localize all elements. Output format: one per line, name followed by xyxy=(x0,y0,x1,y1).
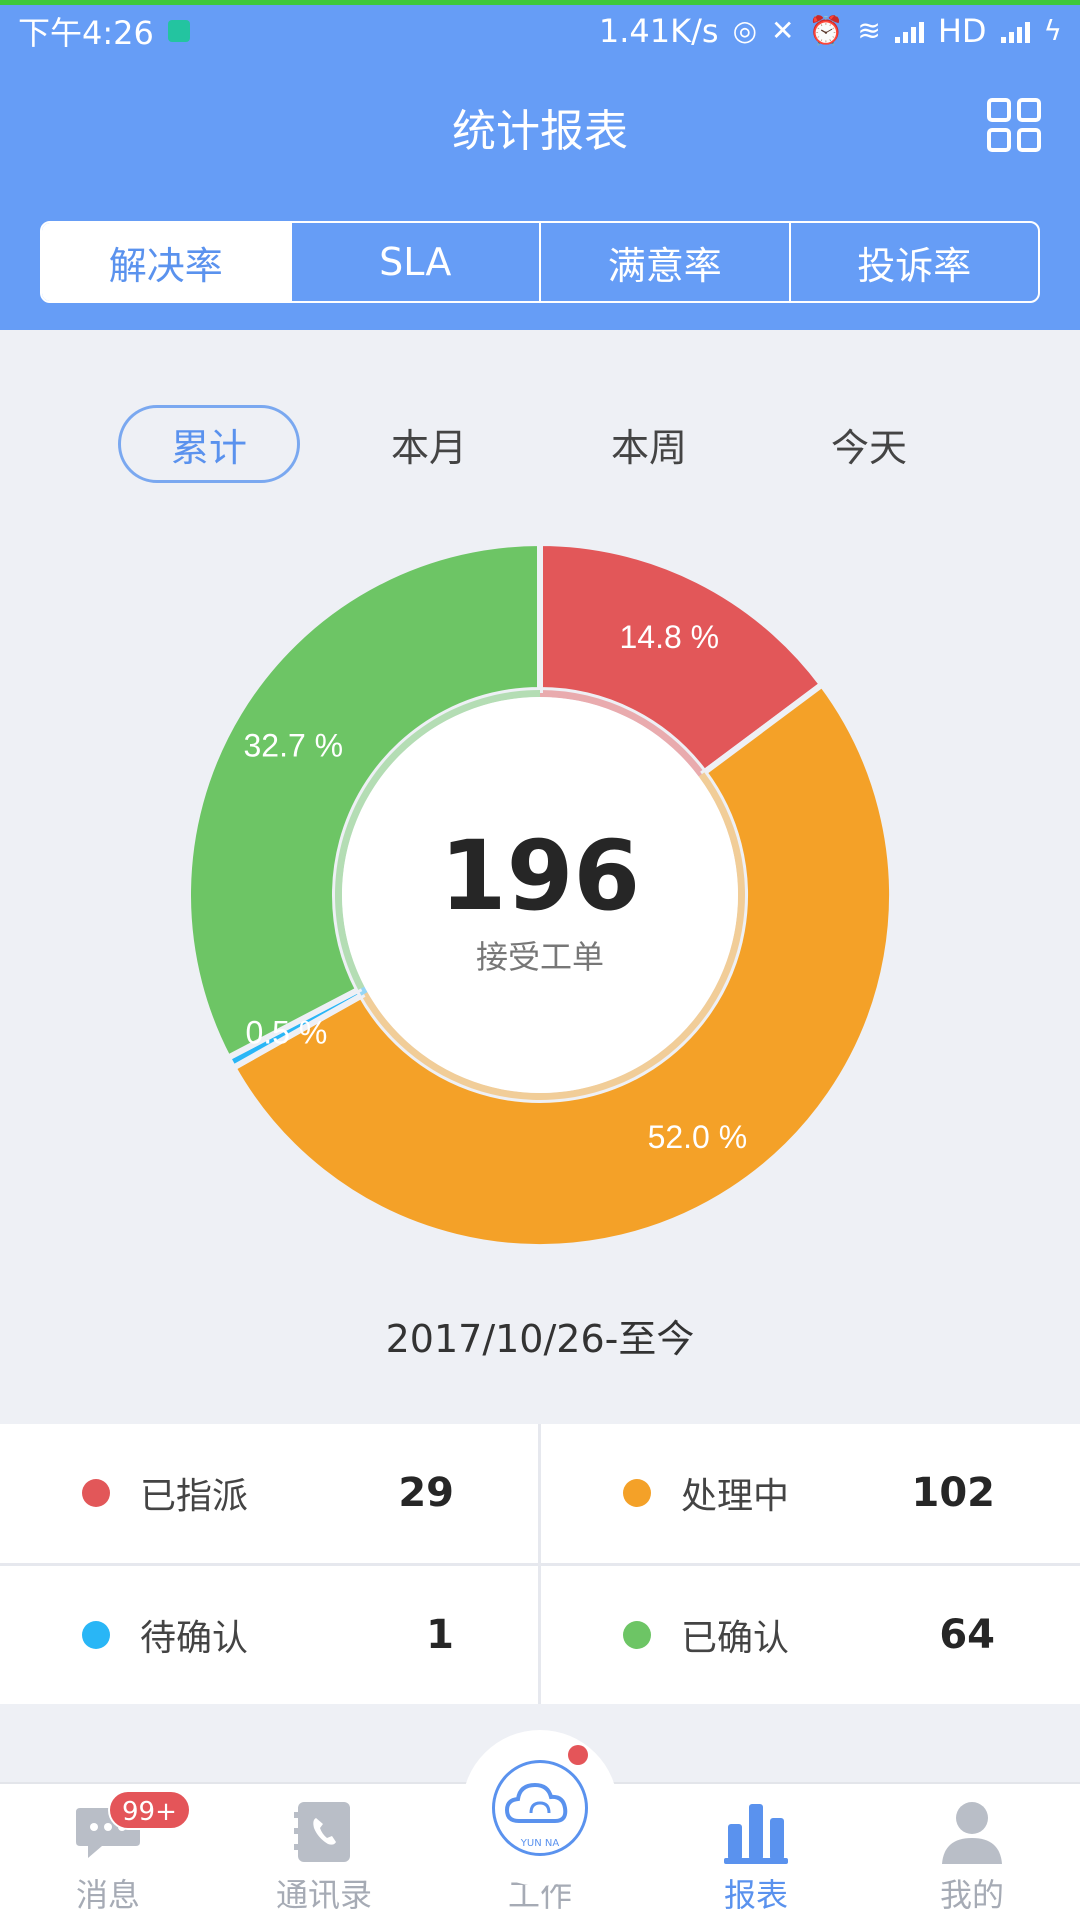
work-notification-dot xyxy=(568,1745,588,1765)
chart-center-total: 196 xyxy=(439,820,641,932)
nav-messages[interactable]: 99+ 消息 xyxy=(0,1784,216,1920)
summary-cell-pending[interactable]: 待确认 1 xyxy=(0,1566,538,1704)
tab-complaint-rate[interactable]: 投诉率 xyxy=(791,223,1039,301)
tab-sla[interactable]: SLA xyxy=(292,223,541,301)
tab-satisfaction-rate[interactable]: 满意率 xyxy=(541,223,791,301)
nav-label: 消息 xyxy=(75,1876,140,1914)
summary-value: 1 xyxy=(426,1612,454,1658)
summary-value: 102 xyxy=(911,1470,996,1516)
pending-dot xyxy=(82,1621,110,1649)
summary-label: 处理中 xyxy=(681,1476,790,1517)
processing-dot xyxy=(623,1479,651,1507)
nav-label: 报表 xyxy=(723,1876,788,1914)
status-time: 下午4:26 xyxy=(18,14,154,52)
grid-divider-horizontal xyxy=(0,1563,1080,1566)
person-icon xyxy=(942,1802,1002,1864)
summary-value: 29 xyxy=(398,1470,454,1516)
mute-icon: ✕ xyxy=(771,14,795,47)
alarm-icon: ⏰ xyxy=(808,14,844,47)
nav-label: 我的 xyxy=(939,1876,1004,1914)
bar-chart-icon xyxy=(724,1804,788,1864)
donut-chart: 14.8 % 52.0 % 0.5 % 32.7 % 196 接受工单 xyxy=(0,520,1080,1280)
logo-text: YUN NA xyxy=(520,1838,560,1849)
network-speed: 1.41K/s xyxy=(598,12,719,50)
slice-percent-label-0: 14.8 % xyxy=(620,619,720,655)
header: 统计报表 解决率 SLA 满意率 投诉率 xyxy=(0,57,1080,330)
status-summary-grid: 已指派 29 处理中 102 待确认 1 已确认 64 xyxy=(0,1424,1080,1704)
tab-resolution-rate[interactable]: 解决率 xyxy=(42,223,292,301)
date-range: 2017/10/26-至今 xyxy=(385,1317,695,1361)
period-this-month[interactable]: 本月 xyxy=(338,405,520,483)
nav-contacts[interactable]: 通讯录 xyxy=(216,1784,432,1920)
summary-cell-confirmed[interactable]: 已确认 64 xyxy=(541,1566,1079,1704)
signal-icon-secondary xyxy=(1000,19,1030,43)
nav-reports[interactable]: 报表 xyxy=(648,1784,864,1920)
period-cumulative[interactable]: 累计 xyxy=(118,405,300,483)
wifi-icon: ≋ xyxy=(857,14,881,47)
signal-icon xyxy=(894,19,924,43)
status-bar: 下午4:26 1.41K/s ◎ ✕ ⏰ ≋ HD ϟ xyxy=(0,5,1080,57)
grid-menu-icon[interactable] xyxy=(986,97,1042,153)
chart-center-label: 接受工单 xyxy=(475,938,604,976)
summary-label: 已确认 xyxy=(681,1618,790,1659)
summary-label: 已指派 xyxy=(140,1476,249,1517)
app-notification-icon xyxy=(167,20,190,42)
slice-percent-label-1: 52.0 % xyxy=(648,1119,748,1155)
nav-profile[interactable]: 我的 xyxy=(864,1784,1080,1920)
nav-label: 通讯录 xyxy=(275,1876,372,1914)
period-this-week[interactable]: 本周 xyxy=(558,405,740,483)
report-tabs: 解决率 SLA 满意率 投诉率 xyxy=(40,221,1040,303)
hotspot-icon: ◎ xyxy=(732,14,757,47)
slice-percent-label-2: 0.5 % xyxy=(245,1015,327,1051)
phone-book-icon xyxy=(294,1802,350,1862)
slice-percent-label-3: 32.7 % xyxy=(243,727,343,763)
messages-badge: 99+ xyxy=(108,1790,191,1830)
summary-cell-processing[interactable]: 处理中 102 xyxy=(541,1424,1079,1562)
summary-value: 64 xyxy=(939,1612,995,1658)
confirmed-dot xyxy=(623,1621,651,1649)
summary-cell-assigned[interactable]: 已指派 29 xyxy=(0,1424,538,1562)
period-today[interactable]: 今天 xyxy=(778,405,960,483)
charging-icon: ϟ xyxy=(1043,14,1062,47)
summary-label: 待确认 xyxy=(140,1618,249,1659)
page-title: 统计报表 xyxy=(452,106,628,157)
period-selector: 累计 本月 本周 今天 xyxy=(0,405,1080,485)
network-type: HD xyxy=(937,12,987,50)
assigned-dot xyxy=(82,1479,110,1507)
